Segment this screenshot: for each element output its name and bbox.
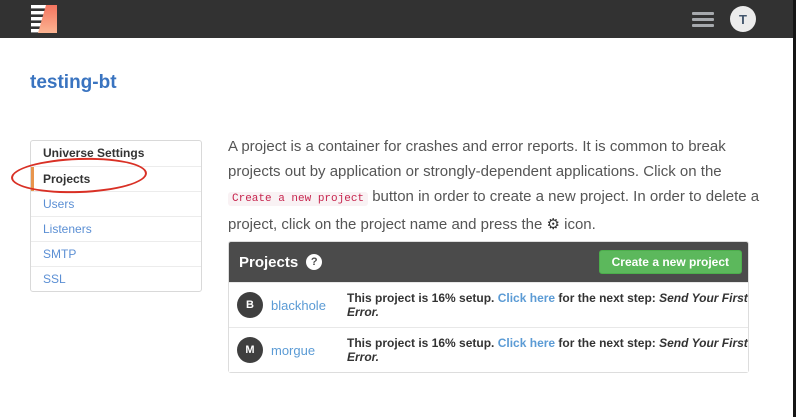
- top-navbar: T: [0, 0, 796, 38]
- status-text: This project is 16% setup.: [347, 336, 498, 350]
- intro-text: A project is a container for crashes and…: [228, 138, 726, 180]
- project-row-morgue: M morgue This project is 16% setup. Clic…: [229, 327, 748, 372]
- sidebar-item-ssl[interactable]: SSL: [31, 266, 201, 291]
- create-project-code-ref: Create a new project: [228, 192, 368, 206]
- menu-icon[interactable]: [692, 12, 714, 27]
- panel-title: Projects: [239, 254, 298, 271]
- settings-sidebar: Universe Settings Projects Users Listene…: [30, 140, 202, 292]
- sidebar-item-listeners[interactable]: Listeners: [31, 216, 201, 241]
- click-here-link[interactable]: Click here: [498, 336, 555, 350]
- status-text: for the next step:: [555, 336, 659, 350]
- sidebar-item-projects[interactable]: Projects: [31, 166, 201, 191]
- intro-text: icon.: [560, 216, 596, 233]
- sidebar-header-universe-settings: Universe Settings: [31, 141, 201, 166]
- project-avatar: M: [237, 337, 263, 363]
- project-status: This project is 16% setup. Click here fo…: [347, 291, 748, 319]
- project-name-link[interactable]: morgue: [271, 343, 347, 358]
- app-window: T testing-bt Universe Settings Projects …: [0, 0, 796, 417]
- projects-panel-header: Projects ? Create a new project: [229, 242, 748, 282]
- project-row-blackhole: B blackhole This project is 16% setup. C…: [229, 282, 748, 327]
- intro-paragraph: A project is a container for crashes and…: [228, 134, 760, 237]
- projects-panel: Projects ? Create a new project B blackh…: [228, 241, 749, 373]
- backtrace-logo-icon: [30, 4, 60, 34]
- project-status: This project is 16% setup. Click here fo…: [347, 336, 748, 364]
- user-avatar[interactable]: T: [730, 6, 756, 32]
- project-avatar: B: [237, 292, 263, 318]
- status-text: This project is 16% setup.: [347, 291, 498, 305]
- gear-icon: ⚙: [547, 216, 560, 233]
- backtrace-logo[interactable]: [30, 4, 60, 34]
- create-project-button[interactable]: Create a new project: [599, 250, 742, 274]
- click-here-link[interactable]: Click here: [498, 291, 555, 305]
- sidebar-item-smtp[interactable]: SMTP: [31, 241, 201, 266]
- help-icon[interactable]: ?: [306, 254, 322, 270]
- status-text: for the next step:: [555, 291, 659, 305]
- page-title: testing-bt: [30, 72, 117, 94]
- sidebar-item-users[interactable]: Users: [31, 191, 201, 216]
- project-name-link[interactable]: blackhole: [271, 298, 347, 313]
